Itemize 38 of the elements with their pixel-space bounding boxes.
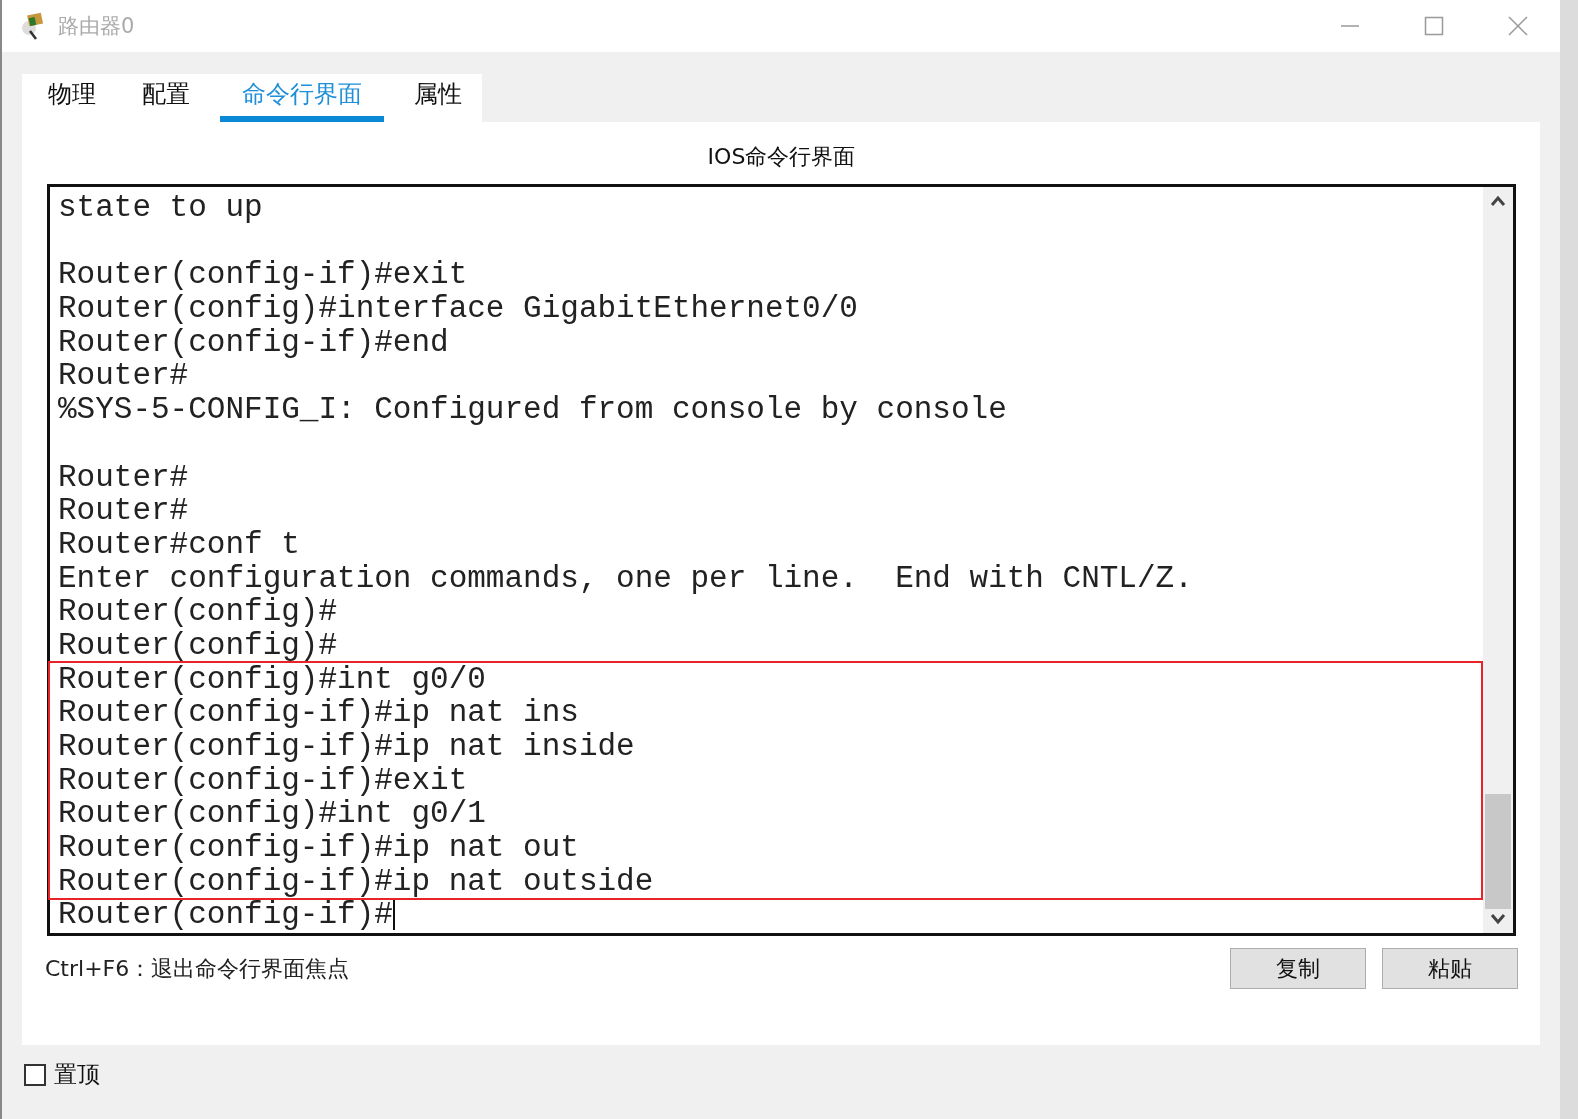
scrollbar-thumb[interactable] [1485, 794, 1511, 909]
terminal-line: Router(config-if)#ip nat outside [58, 864, 654, 899]
terminal-line: Router(config-if)#exit [58, 763, 468, 798]
terminal-line: Router# [58, 359, 189, 394]
terminal-line: Router(config)#interface GigabitEthernet0/0 [58, 292, 858, 326]
checkbox-label: 置顶 [54, 1060, 100, 1089]
terminal-line: Router(config-if)#ip nat inside [58, 730, 635, 764]
terminal-line: Router(config-if)#ip nat out [58, 831, 579, 865]
scroll-up-icon[interactable] [1490, 195, 1506, 207]
terminal-line: state to up [58, 191, 263, 225]
terminal-line: Router(config)#int g0/1 [58, 797, 486, 832]
hint-text: Ctrl+F6：退出命令行界面焦点 [45, 954, 350, 983]
terminal-line: Router(config-if)#end [58, 325, 449, 360]
terminal-line: Router(config)# [58, 628, 338, 663]
terminal-line: Router# [58, 460, 189, 495]
tab[interactable]: 物理 [32, 78, 112, 122]
terminal-line: Router(config)# [58, 595, 338, 629]
close-icon[interactable] [1508, 16, 1528, 36]
terminal-line: Router(config-if)#ip nat ins [58, 696, 579, 730]
terminal-line: Router# [58, 494, 189, 528]
terminal-line: Router(config-if)#exit [58, 258, 468, 293]
terminal-line: %SYS-5-CONFIG_I: Configured from console by console [58, 393, 1007, 427]
checkbox[interactable] [24, 1063, 46, 1086]
terminal-line: Enter configuration commands, one per line. End with CNTL/Z. [58, 561, 1193, 596]
terminal-area[interactable] [47, 184, 1516, 936]
tab[interactable]: 属性 [398, 78, 478, 122]
terminal-line: Router(config-if)# [58, 898, 393, 933]
action-button[interactable]: 复制 [1230, 948, 1366, 989]
window-title: 路由器0 [58, 13, 135, 40]
terminal-line: Router(config)#int g0/0 [58, 662, 486, 697]
panel-title: IOS命令行界面 [706, 143, 857, 171]
text-cursor [392, 900, 395, 931]
scrollbar[interactable] [1483, 187, 1513, 933]
maximize-icon[interactable] [1424, 16, 1444, 36]
terminal-line: Router#conf t [58, 527, 300, 562]
action-button[interactable]: 粘贴 [1382, 948, 1518, 989]
tab[interactable]: 配置 [126, 78, 206, 122]
scroll-down-icon[interactable] [1490, 913, 1506, 925]
